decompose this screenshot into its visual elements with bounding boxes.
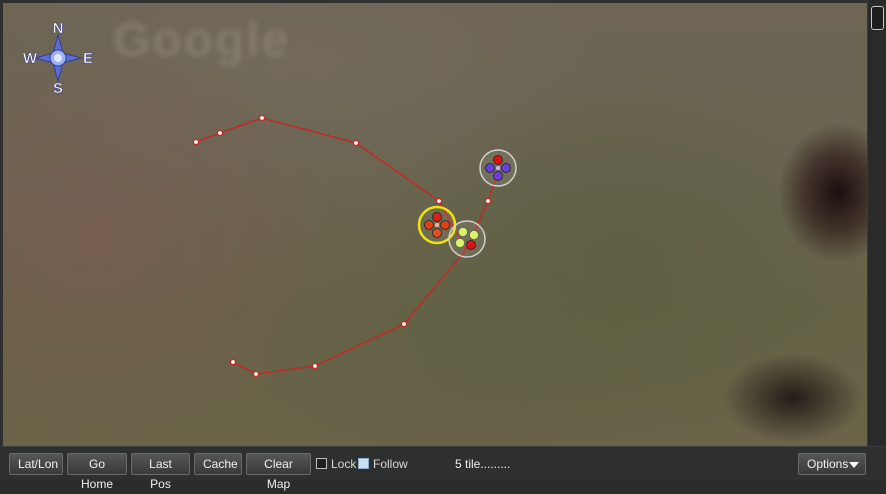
- drone-icon[interactable]: [448, 220, 486, 258]
- chevron-down-icon: [849, 462, 859, 468]
- waypoint-marker[interactable]: [352, 139, 360, 147]
- waypoint-marker[interactable]: [400, 320, 408, 328]
- options-label: Options: [807, 457, 849, 471]
- waypoint-marker[interactable]: [252, 370, 260, 378]
- vertical-scrollbar[interactable]: [867, 0, 886, 446]
- go-home-button[interactable]: Go Home: [67, 453, 127, 491]
- cache-button[interactable]: Cache: [194, 453, 242, 475]
- waypoint-marker[interactable]: [484, 197, 492, 205]
- lat-lon-button[interactable]: Lat/Lon: [9, 453, 63, 475]
- compass-east: E: [83, 50, 93, 67]
- route-waypoints: [192, 114, 492, 378]
- follow-label: Follow: [373, 457, 408, 471]
- compass-rose-icon: N S W E: [23, 20, 94, 98]
- compass-north: N: [53, 20, 64, 37]
- map-toolbar: Lat/Lon Go Home Last Pos Cache Clear Map…: [0, 446, 886, 491]
- waypoint-marker[interactable]: [435, 197, 443, 205]
- follow-checkbox[interactable]: [358, 458, 369, 469]
- map-widget: Google N S W E Lat/Lon Go Home Last Pos …: [0, 0, 886, 491]
- waypoint-marker[interactable]: [192, 138, 200, 146]
- waypoint-marker[interactable]: [216, 129, 224, 137]
- scrollbar-thumb[interactable]: [871, 6, 884, 30]
- clear-map-button[interactable]: Clear Map: [246, 453, 311, 491]
- compass-south: S: [53, 80, 63, 97]
- drone-icon[interactable]: [479, 149, 517, 187]
- tile-status-text: 5 tile.........: [455, 457, 511, 471]
- last-pos-button[interactable]: Last Pos: [131, 453, 190, 491]
- flight-path: [195, 117, 467, 375]
- waypoint-marker[interactable]: [229, 358, 237, 366]
- waypoint-marker[interactable]: [258, 114, 266, 122]
- compass-west: W: [23, 50, 38, 67]
- options-dropdown[interactable]: Options: [798, 453, 866, 475]
- lock-label: Lock: [331, 457, 357, 471]
- waypoint-marker[interactable]: [311, 362, 319, 370]
- lock-checkbox[interactable]: [316, 458, 327, 469]
- map-overlay: N S W E: [23, 20, 517, 378]
